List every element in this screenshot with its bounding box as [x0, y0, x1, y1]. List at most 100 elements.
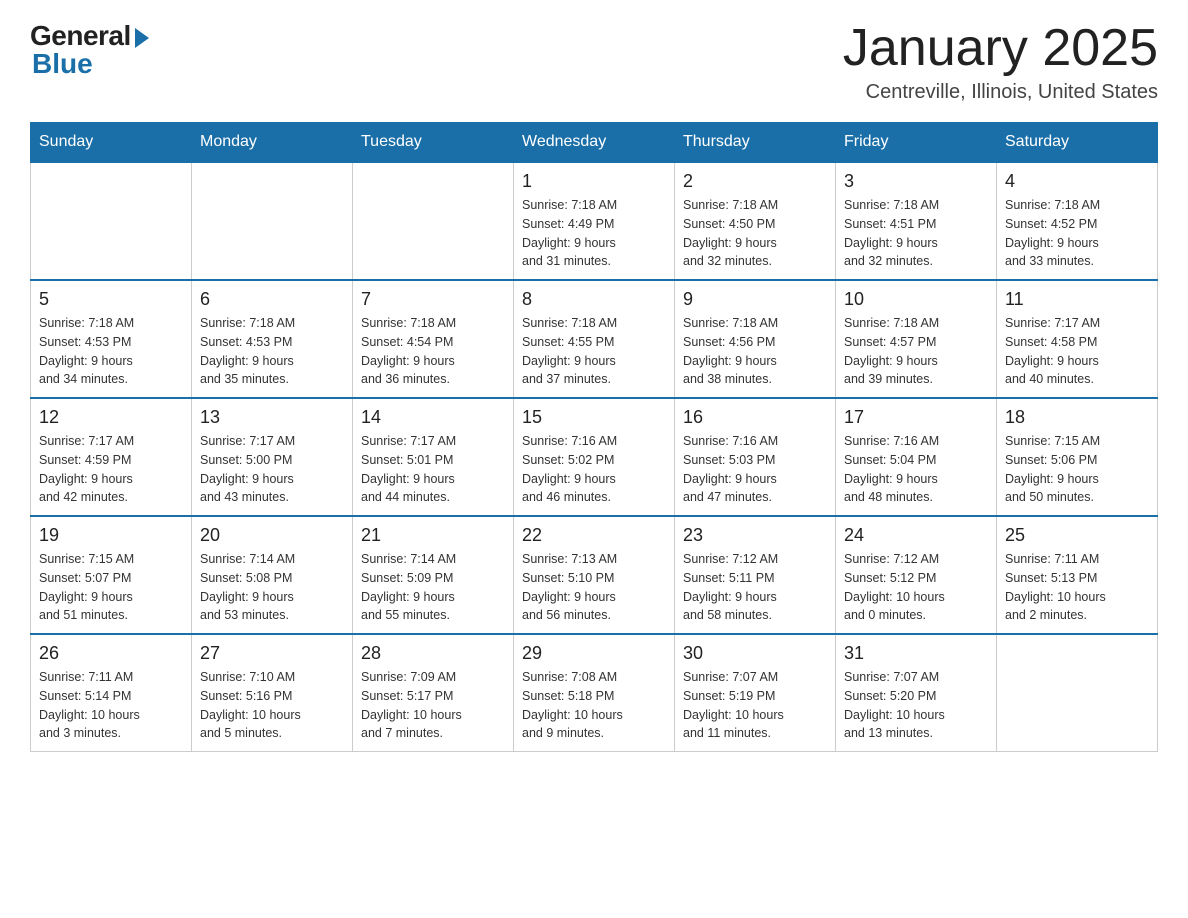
- day-number: 21: [361, 525, 505, 546]
- calendar-header-sunday: Sunday: [31, 123, 192, 163]
- day-number: 25: [1005, 525, 1149, 546]
- calendar: SundayMondayTuesdayWednesdayThursdayFrid…: [30, 122, 1158, 752]
- day-number: 11: [1005, 289, 1149, 310]
- calendar-empty-cell: [31, 162, 192, 280]
- logo: General Blue: [30, 20, 149, 80]
- calendar-header-wednesday: Wednesday: [514, 123, 675, 163]
- calendar-empty-cell: [997, 634, 1158, 752]
- day-info: Sunrise: 7:07 AM Sunset: 5:19 PM Dayligh…: [683, 668, 827, 743]
- calendar-day-31: 31 Sunrise: 7:07 AM Sunset: 5:20 PM Dayli…: [836, 634, 997, 752]
- day-info: Sunrise: 7:10 AM Sunset: 5:16 PM Dayligh…: [200, 668, 344, 743]
- day-info: Sunrise: 7:17 AM Sunset: 4:58 PM Dayligh…: [1005, 314, 1149, 389]
- day-info: Sunrise: 7:08 AM Sunset: 5:18 PM Dayligh…: [522, 668, 666, 743]
- day-number: 12: [39, 407, 183, 428]
- calendar-day-14: 14Sunrise: 7:17 AM Sunset: 5:01 PM Dayli…: [353, 398, 514, 516]
- calendar-header-thursday: Thursday: [675, 123, 836, 163]
- day-info: Sunrise: 7:17 AM Sunset: 5:01 PM Dayligh…: [361, 432, 505, 507]
- day-info: Sunrise: 7:07 AM Sunset: 5:20 PM Dayligh…: [844, 668, 988, 743]
- calendar-day-8: 8Sunrise: 7:18 AM Sunset: 4:55 PM Daylig…: [514, 280, 675, 398]
- calendar-week-row: 1 Sunrise: 7:18 AM Sunset: 4:49 PM Daylig…: [31, 162, 1158, 280]
- day-number: 16: [683, 407, 827, 428]
- day-info: Sunrise: 7:18 AM Sunset: 4:57 PM Dayligh…: [844, 314, 988, 389]
- day-info: Sunrise: 7:15 AM Sunset: 5:07 PM Dayligh…: [39, 550, 183, 625]
- calendar-day-4: 4 Sunrise: 7:18 AM Sunset: 4:52 PM Daylig…: [997, 162, 1158, 280]
- calendar-day-16: 16Sunrise: 7:16 AM Sunset: 5:03 PM Dayli…: [675, 398, 836, 516]
- calendar-day-25: 25 Sunrise: 7:11 AM Sunset: 5:13 PM Dayli…: [997, 516, 1158, 634]
- header: General Blue January 2025 Centreville, I…: [30, 20, 1158, 104]
- day-number: 30: [683, 643, 827, 664]
- calendar-day-21: 21 Sunrise: 7:14 AM Sunset: 5:09 PM Dayli…: [353, 516, 514, 634]
- day-number: 18: [1005, 407, 1149, 428]
- day-info: Sunrise: 7:15 AM Sunset: 5:06 PM Dayligh…: [1005, 432, 1149, 507]
- day-number: 13: [200, 407, 344, 428]
- day-info: Sunrise: 7:18 AM Sunset: 4:54 PM Dayligh…: [361, 314, 505, 389]
- day-number: 26: [39, 643, 183, 664]
- day-info: Sunrise: 7:18 AM Sunset: 4:53 PM Dayligh…: [39, 314, 183, 389]
- calendar-day-26: 26Sunrise: 7:11 AM Sunset: 5:14 PM Dayli…: [31, 634, 192, 752]
- day-number: 19: [39, 525, 183, 546]
- day-info: Sunrise: 7:12 AM Sunset: 5:12 PM Dayligh…: [844, 550, 988, 625]
- day-info: Sunrise: 7:18 AM Sunset: 4:50 PM Dayligh…: [683, 196, 827, 271]
- day-info: Sunrise: 7:14 AM Sunset: 5:09 PM Dayligh…: [361, 550, 505, 625]
- day-number: 15: [522, 407, 666, 428]
- calendar-week-row: 26Sunrise: 7:11 AM Sunset: 5:14 PM Dayli…: [31, 634, 1158, 752]
- calendar-day-12: 12Sunrise: 7:17 AM Sunset: 4:59 PM Dayli…: [31, 398, 192, 516]
- day-info: Sunrise: 7:12 AM Sunset: 5:11 PM Dayligh…: [683, 550, 827, 625]
- calendar-header-saturday: Saturday: [997, 123, 1158, 163]
- day-info: Sunrise: 7:18 AM Sunset: 4:52 PM Dayligh…: [1005, 196, 1149, 271]
- calendar-day-2: 2 Sunrise: 7:18 AM Sunset: 4:50 PM Daylig…: [675, 162, 836, 280]
- day-info: Sunrise: 7:17 AM Sunset: 5:00 PM Dayligh…: [200, 432, 344, 507]
- calendar-week-row: 5 Sunrise: 7:18 AM Sunset: 4:53 PM Daylig…: [31, 280, 1158, 398]
- logo-arrow-icon: [135, 28, 149, 48]
- day-number: 22: [522, 525, 666, 546]
- day-number: 31: [844, 643, 988, 664]
- day-number: 20: [200, 525, 344, 546]
- calendar-day-22: 22 Sunrise: 7:13 AM Sunset: 5:10 PM Dayli…: [514, 516, 675, 634]
- title-area: January 2025 Centreville, Illinois, Unit…: [843, 20, 1158, 104]
- day-number: 7: [361, 289, 505, 310]
- calendar-day-17: 17 Sunrise: 7:16 AM Sunset: 5:04 PM Dayli…: [836, 398, 997, 516]
- day-number: 4: [1005, 171, 1149, 192]
- day-number: 5: [39, 289, 183, 310]
- calendar-day-1: 1 Sunrise: 7:18 AM Sunset: 4:49 PM Daylig…: [514, 162, 675, 280]
- calendar-empty-cell: [353, 162, 514, 280]
- day-info: Sunrise: 7:11 AM Sunset: 5:13 PM Dayligh…: [1005, 550, 1149, 625]
- day-number: 6: [200, 289, 344, 310]
- day-number: 29: [522, 643, 666, 664]
- calendar-day-23: 23Sunrise: 7:12 AM Sunset: 5:11 PM Dayli…: [675, 516, 836, 634]
- day-number: 17: [844, 407, 988, 428]
- day-number: 27: [200, 643, 344, 664]
- calendar-day-15: 15 Sunrise: 7:16 AM Sunset: 5:02 PM Dayli…: [514, 398, 675, 516]
- day-info: Sunrise: 7:16 AM Sunset: 5:04 PM Dayligh…: [844, 432, 988, 507]
- calendar-day-9: 9Sunrise: 7:18 AM Sunset: 4:56 PM Daylig…: [675, 280, 836, 398]
- calendar-header-monday: Monday: [192, 123, 353, 163]
- calendar-empty-cell: [192, 162, 353, 280]
- calendar-week-row: 19 Sunrise: 7:15 AM Sunset: 5:07 PM Dayli…: [31, 516, 1158, 634]
- day-info: Sunrise: 7:14 AM Sunset: 5:08 PM Dayligh…: [200, 550, 344, 625]
- calendar-day-7: 7 Sunrise: 7:18 AM Sunset: 4:54 PM Daylig…: [353, 280, 514, 398]
- day-number: 10: [844, 289, 988, 310]
- calendar-day-5: 5 Sunrise: 7:18 AM Sunset: 4:53 PM Daylig…: [31, 280, 192, 398]
- calendar-header-friday: Friday: [836, 123, 997, 163]
- calendar-day-29: 29 Sunrise: 7:08 AM Sunset: 5:18 PM Dayli…: [514, 634, 675, 752]
- day-info: Sunrise: 7:18 AM Sunset: 4:49 PM Dayligh…: [522, 196, 666, 271]
- day-number: 8: [522, 289, 666, 310]
- day-info: Sunrise: 7:16 AM Sunset: 5:02 PM Dayligh…: [522, 432, 666, 507]
- day-info: Sunrise: 7:18 AM Sunset: 4:56 PM Dayligh…: [683, 314, 827, 389]
- day-number: 2: [683, 171, 827, 192]
- calendar-day-10: 10 Sunrise: 7:18 AM Sunset: 4:57 PM Dayli…: [836, 280, 997, 398]
- calendar-day-27: 27 Sunrise: 7:10 AM Sunset: 5:16 PM Dayli…: [192, 634, 353, 752]
- calendar-day-6: 6Sunrise: 7:18 AM Sunset: 4:53 PM Daylig…: [192, 280, 353, 398]
- calendar-week-row: 12Sunrise: 7:17 AM Sunset: 4:59 PM Dayli…: [31, 398, 1158, 516]
- day-info: Sunrise: 7:13 AM Sunset: 5:10 PM Dayligh…: [522, 550, 666, 625]
- calendar-day-11: 11 Sunrise: 7:17 AM Sunset: 4:58 PM Dayli…: [997, 280, 1158, 398]
- calendar-day-24: 24Sunrise: 7:12 AM Sunset: 5:12 PM Dayli…: [836, 516, 997, 634]
- logo-blue-text: Blue: [32, 48, 93, 80]
- calendar-day-20: 20 Sunrise: 7:14 AM Sunset: 5:08 PM Dayli…: [192, 516, 353, 634]
- calendar-day-18: 18 Sunrise: 7:15 AM Sunset: 5:06 PM Dayli…: [997, 398, 1158, 516]
- calendar-day-30: 30 Sunrise: 7:07 AM Sunset: 5:19 PM Dayli…: [675, 634, 836, 752]
- day-number: 1: [522, 171, 666, 192]
- calendar-header-tuesday: Tuesday: [353, 123, 514, 163]
- day-number: 28: [361, 643, 505, 664]
- calendar-day-3: 3Sunrise: 7:18 AM Sunset: 4:51 PM Daylig…: [836, 162, 997, 280]
